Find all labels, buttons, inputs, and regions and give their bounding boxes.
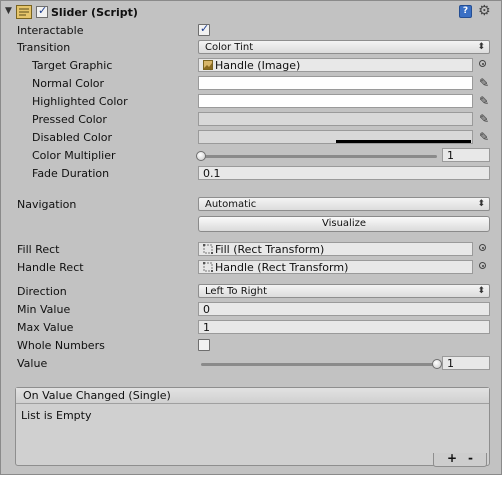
value-slider-thumb[interactable] xyxy=(432,359,442,369)
max-value-field[interactable]: 1 xyxy=(198,320,490,334)
normal-color-swatch[interactable] xyxy=(198,76,473,90)
navigation-label: Navigation xyxy=(17,198,77,211)
disabled-color-swatch[interactable] xyxy=(198,130,473,144)
dropdown-arrow-icon: ⬍ xyxy=(477,42,485,52)
color-multiplier-slider-track[interactable] xyxy=(201,155,437,158)
interactable-label: Interactable xyxy=(17,24,84,37)
help-icon[interactable]: ? xyxy=(459,5,472,18)
navigation-value: Automatic xyxy=(205,199,257,210)
handle-rect-field[interactable]: Handle (Rect Transform) xyxy=(198,260,473,274)
event-title: On Value Changed (Single) xyxy=(23,389,171,402)
interactable-checkbox[interactable]: ✓ xyxy=(198,22,210,36)
row-fill-rect: Fill Rect Fill (Rect Transform) xyxy=(1,241,503,259)
component-title: Slider (Script) xyxy=(51,6,138,19)
visualize-button[interactable]: Visualize xyxy=(198,216,490,232)
min-value-label: Min Value xyxy=(17,303,71,316)
whole-numbers-label: Whole Numbers xyxy=(17,339,105,352)
color-multiplier-field[interactable]: 1 xyxy=(442,148,490,162)
row-normal-color: Normal Color ✎ xyxy=(1,75,503,93)
event-header: On Value Changed (Single) xyxy=(16,388,489,404)
image-asset-icon xyxy=(203,60,213,70)
value-value: 1 xyxy=(447,357,454,370)
dropdown-arrow-icon: ⬍ xyxy=(477,286,485,296)
fill-rect-value: Fill (Rect Transform) xyxy=(215,243,325,256)
eyedropper-icon[interactable]: ✎ xyxy=(476,129,492,145)
value-label: Value xyxy=(17,357,48,370)
row-value: Value 1 xyxy=(1,355,503,373)
pressed-color-swatch[interactable] xyxy=(198,112,473,126)
fade-duration-value: 0.1 xyxy=(203,167,221,180)
row-whole-numbers: Whole Numbers xyxy=(1,337,503,355)
row-max-value: Max Value 1 xyxy=(1,319,503,337)
row-interactable: Interactable ✓ xyxy=(1,22,503,40)
target-circle-icon[interactable] xyxy=(479,262,486,269)
rect-transform-icon xyxy=(203,262,213,272)
row-navigation: Navigation Automatic ⬍ xyxy=(1,196,503,214)
highlighted-color-swatch[interactable] xyxy=(198,94,473,108)
color-multiplier-slider-thumb[interactable] xyxy=(196,151,206,161)
rect-transform-icon xyxy=(203,244,213,254)
navigation-dropdown[interactable]: Automatic ⬍ xyxy=(198,197,490,211)
target-graphic-field[interactable]: Handle (Image) xyxy=(198,58,473,72)
row-highlighted-color: Highlighted Color ✎ xyxy=(1,93,503,111)
event-footer: + - xyxy=(433,451,487,467)
fill-rect-field[interactable]: Fill (Rect Transform) xyxy=(198,242,473,256)
max-value-value: 1 xyxy=(203,321,210,334)
fill-rect-label: Fill Rect xyxy=(17,243,60,256)
row-pressed-color: Pressed Color ✎ xyxy=(1,111,503,129)
row-disabled-color: Disabled Color ✎ xyxy=(1,129,503,147)
row-color-multiplier: Color Multiplier 1 xyxy=(1,147,503,165)
handle-rect-value: Handle (Rect Transform) xyxy=(215,261,349,274)
eyedropper-icon[interactable]: ✎ xyxy=(476,111,492,127)
transition-value: Color Tint xyxy=(205,42,254,53)
on-value-changed-event: On Value Changed (Single) List is Empty xyxy=(15,387,490,466)
target-graphic-label: Target Graphic xyxy=(32,59,113,72)
remove-listener-button[interactable]: - xyxy=(468,451,473,465)
max-value-label: Max Value xyxy=(17,321,74,334)
inspector-panel: ▼ ✓ Slider (Script) ? ⚙ Interactable ✓ T… xyxy=(0,0,502,475)
dropdown-arrow-icon: ⬍ xyxy=(477,199,485,209)
whole-numbers-checkbox[interactable] xyxy=(198,339,210,351)
eyedropper-icon[interactable]: ✎ xyxy=(476,93,492,109)
disabled-color-label: Disabled Color xyxy=(32,131,113,144)
row-transition: Transition Color Tint ⬍ xyxy=(1,39,503,57)
value-slider-track[interactable] xyxy=(201,363,437,366)
row-visualize: Visualize xyxy=(1,216,503,234)
row-direction: Direction Left To Right ⬍ xyxy=(1,283,503,301)
alpha-bar xyxy=(336,140,471,143)
row-fade-duration: Fade Duration 0.1 xyxy=(1,165,503,183)
add-listener-button[interactable]: + xyxy=(447,451,457,465)
transition-label: Transition xyxy=(17,41,71,54)
target-circle-icon[interactable] xyxy=(479,244,486,251)
gear-icon[interactable]: ⚙ xyxy=(478,3,491,19)
component-enabled-checkbox[interactable]: ✓ xyxy=(36,4,48,18)
color-multiplier-label: Color Multiplier xyxy=(32,149,116,162)
target-graphic-value: Handle (Image) xyxy=(215,59,301,72)
foldout-arrow-icon[interactable]: ▼ xyxy=(5,6,12,16)
row-min-value: Min Value 0 xyxy=(1,301,503,319)
fade-duration-field[interactable]: 0.1 xyxy=(198,166,490,180)
min-value-field[interactable]: 0 xyxy=(198,302,490,316)
event-empty-text: List is Empty xyxy=(21,409,92,422)
normal-color-label: Normal Color xyxy=(32,77,105,90)
value-field[interactable]: 1 xyxy=(442,356,490,370)
row-handle-rect: Handle Rect Handle (Rect Transform) xyxy=(1,259,503,277)
transition-dropdown[interactable]: Color Tint ⬍ xyxy=(198,40,490,54)
fade-duration-label: Fade Duration xyxy=(32,167,110,180)
highlighted-color-label: Highlighted Color xyxy=(32,95,128,108)
target-circle-icon[interactable] xyxy=(479,60,486,67)
pressed-color-label: Pressed Color xyxy=(32,113,107,126)
direction-label: Direction xyxy=(17,285,67,298)
script-icon xyxy=(16,5,32,19)
min-value-value: 0 xyxy=(203,303,210,316)
handle-rect-label: Handle Rect xyxy=(17,261,84,274)
color-multiplier-value: 1 xyxy=(447,149,454,162)
direction-dropdown[interactable]: Left To Right ⬍ xyxy=(198,284,490,298)
direction-value: Left To Right xyxy=(205,286,268,297)
component-header: ▼ ✓ Slider (Script) ? ⚙ xyxy=(1,1,503,23)
eyedropper-icon[interactable]: ✎ xyxy=(476,75,492,91)
row-target-graphic: Target Graphic Handle (Image) xyxy=(1,57,503,75)
